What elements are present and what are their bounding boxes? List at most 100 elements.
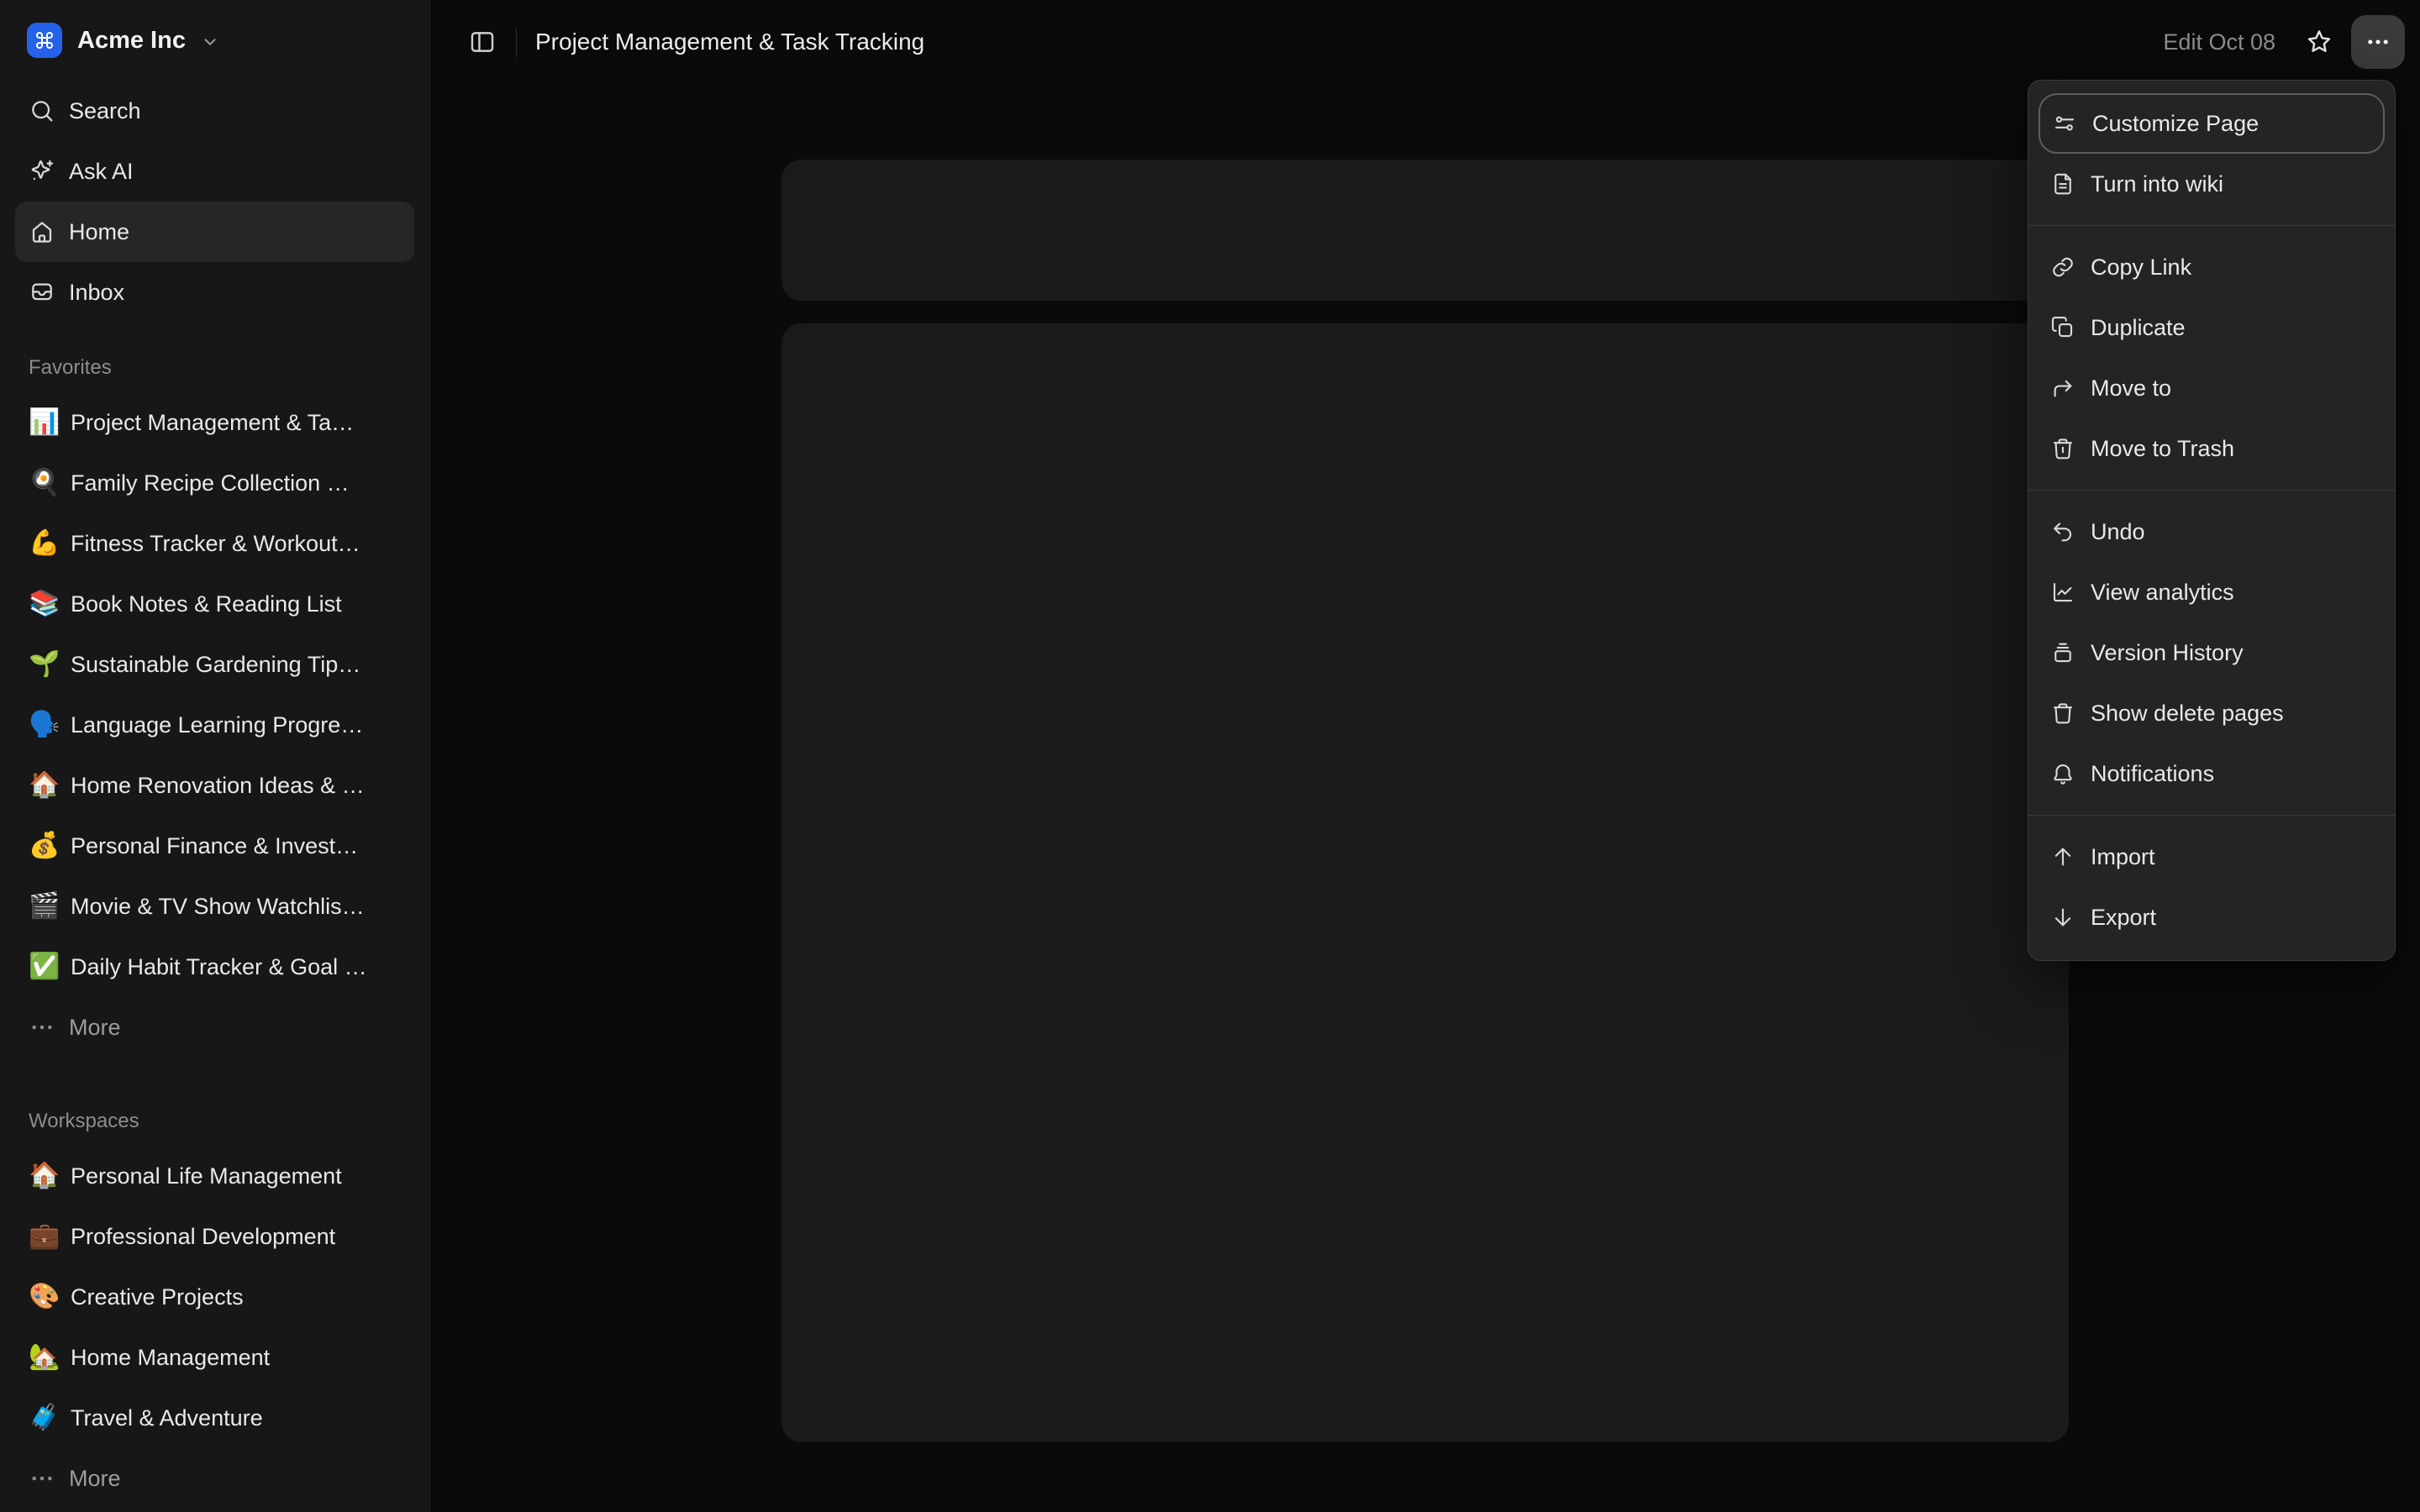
content-placeholder-block-1	[781, 160, 2069, 301]
workspaces-more-button[interactable]: More	[15, 1448, 414, 1509]
sidebar-item-inbox[interactable]: Inbox	[15, 262, 414, 323]
favorite-item-language-learning[interactable]: 🗣️ Language Learning Progre…	[15, 695, 414, 755]
favorite-item-movie-watchlist[interactable]: 🎬 Movie & TV Show Watchlis…	[15, 876, 414, 937]
favorite-item-label: Family Recipe Collection …	[71, 470, 350, 496]
menu-divider	[2028, 225, 2395, 226]
menu-item-version-history[interactable]: Version History	[2039, 622, 2385, 683]
menu-item-undo[interactable]: Undo	[2039, 501, 2385, 562]
workspace-item-travel-adventure[interactable]: 🧳 Travel & Adventure	[15, 1388, 414, 1448]
favorite-item-label: Project Management & Ta…	[71, 410, 354, 436]
menu-section-transfer: Import Export	[2028, 822, 2395, 952]
page-emoji: 🌱	[29, 652, 57, 677]
workspace-item-personal-life[interactable]: 🏠 Personal Life Management	[15, 1146, 414, 1206]
favorite-item-personal-finance[interactable]: 💰 Personal Finance & Invest…	[15, 816, 414, 876]
analytics-icon	[2050, 580, 2075, 605]
favorite-item-gardening-tips[interactable]: 🌱 Sustainable Gardening Tip…	[15, 634, 414, 695]
favorite-item-home-renovation[interactable]: 🏠 Home Renovation Ideas & …	[15, 755, 414, 816]
menu-item-label: Show delete pages	[2091, 701, 2284, 727]
menu-item-label: Copy Link	[2091, 255, 2191, 281]
menu-section-page: Customize Page Turn into wiki	[2028, 89, 2395, 218]
menu-item-show-delete-pages[interactable]: Show delete pages	[2039, 683, 2385, 743]
page-emoji: 💰	[29, 833, 57, 858]
home-icon	[29, 218, 55, 245]
menu-section-history: Undo View analytics Version History Show…	[2028, 497, 2395, 808]
menu-item-import[interactable]: Import	[2039, 827, 2385, 887]
sidebar-item-search[interactable]: Search	[15, 81, 414, 141]
ellipsis-icon	[29, 1014, 55, 1041]
panel-left-icon	[468, 28, 497, 56]
workspace-item-home-management[interactable]: 🏡 Home Management	[15, 1327, 414, 1388]
undo-icon	[2050, 519, 2075, 544]
page-title: Project Management & Task Tracking	[535, 29, 924, 55]
page-emoji: 🏠	[29, 1163, 57, 1189]
workspace-item-creative-projects[interactable]: 🎨 Creative Projects	[15, 1267, 414, 1327]
workspace-logo	[27, 23, 62, 58]
menu-item-label: Export	[2091, 905, 2156, 931]
menu-item-label: Version History	[2091, 640, 2244, 666]
menu-item-label: Customize Page	[2092, 111, 2259, 137]
page-emoji: 🏠	[29, 773, 57, 798]
page-emoji: 🍳	[29, 470, 57, 496]
page-emoji: 🧳	[29, 1405, 57, 1431]
favorite-item-book-notes[interactable]: 📚 Book Notes & Reading List	[15, 574, 414, 634]
document-icon	[2050, 171, 2075, 197]
menu-item-view-analytics[interactable]: View analytics	[2039, 562, 2385, 622]
sidebar-toggle-button[interactable]	[459, 18, 506, 66]
header-actions: Edit Oct 08	[2163, 15, 2405, 69]
page-emoji: 💼	[29, 1224, 57, 1249]
more-label: More	[69, 1015, 121, 1041]
favorite-item-label: Daily Habit Tracker & Goal …	[71, 954, 367, 980]
workspaces-list: 🏠 Personal Life Management 💼 Professiona…	[0, 1146, 429, 1509]
workspace-item-professional-dev[interactable]: 💼 Professional Development	[15, 1206, 414, 1267]
workspace-switcher[interactable]: Acme Inc	[15, 0, 414, 81]
favorite-item-project-management[interactable]: 📊 Project Management & Ta…	[15, 392, 414, 453]
menu-item-label: Undo	[2091, 519, 2145, 545]
workspace-item-label: Travel & Adventure	[71, 1405, 263, 1431]
favorite-item-family-recipes[interactable]: 🍳 Family Recipe Collection …	[15, 453, 414, 513]
menu-item-turn-into-wiki[interactable]: Turn into wiki	[2039, 154, 2385, 214]
ellipsis-icon	[29, 1465, 55, 1492]
favorite-item-label: Home Renovation Ideas & …	[71, 773, 365, 799]
version-history-icon	[2050, 640, 2075, 665]
sparkles-icon	[29, 158, 55, 185]
sidebar-item-ask-ai[interactable]: Ask AI	[15, 141, 414, 202]
menu-divider	[2028, 815, 2395, 816]
menu-item-move-to-trash[interactable]: Move to Trash	[2039, 418, 2385, 479]
trash-icon	[2050, 701, 2075, 726]
favorites-section-label: Favorites	[15, 348, 414, 388]
page-header: Project Management & Task Tracking Edit …	[430, 0, 2420, 84]
sidebar-item-label: Home	[69, 219, 129, 245]
star-icon	[2304, 27, 2334, 57]
favorite-item-fitness-tracker[interactable]: 💪 Fitness Tracker & Workout…	[15, 513, 414, 574]
sidebar: Acme Inc Search Ask AI Home Inbox Favori…	[0, 0, 430, 1512]
page-options-menu: Customize Page Turn into wiki Copy Link …	[2028, 80, 2396, 961]
favorites-list: 📊 Project Management & Ta… 🍳 Family Reci…	[0, 392, 429, 1058]
search-icon	[29, 97, 55, 124]
page-options-button[interactable]	[2351, 15, 2405, 69]
menu-item-label: Duplicate	[2091, 315, 2186, 341]
menu-item-notifications[interactable]: Notifications	[2039, 743, 2385, 804]
move-to-icon	[2050, 375, 2075, 401]
menu-item-label: Notifications	[2091, 761, 2214, 787]
favorite-item-habit-tracker[interactable]: ✅ Daily Habit Tracker & Goal …	[15, 937, 414, 997]
menu-item-export[interactable]: Export	[2039, 887, 2385, 948]
sidebar-item-home[interactable]: Home	[15, 202, 414, 262]
page-emoji: 🗣️	[29, 712, 57, 738]
arrow-up-icon	[2050, 844, 2075, 869]
menu-item-customize-page[interactable]: Customize Page	[2039, 93, 2385, 154]
menu-item-move-to[interactable]: Move to	[2039, 358, 2385, 418]
menu-item-copy-link[interactable]: Copy Link	[2039, 237, 2385, 297]
page-emoji: 💪	[29, 531, 57, 556]
bell-icon	[2050, 761, 2075, 786]
content-placeholder-block-2	[781, 323, 2069, 1442]
favorite-star-button[interactable]	[2296, 18, 2343, 66]
page-emoji: 📚	[29, 591, 57, 617]
menu-item-duplicate[interactable]: Duplicate	[2039, 297, 2385, 358]
favorite-item-label: Movie & TV Show Watchlis…	[71, 894, 365, 920]
menu-item-label: Move to	[2091, 375, 2171, 402]
favorites-more-button[interactable]: More	[15, 997, 414, 1058]
page-emoji: 🎨	[29, 1284, 57, 1310]
more-label: More	[69, 1466, 121, 1492]
sliders-icon	[2052, 111, 2077, 136]
menu-item-label: View analytics	[2091, 580, 2234, 606]
